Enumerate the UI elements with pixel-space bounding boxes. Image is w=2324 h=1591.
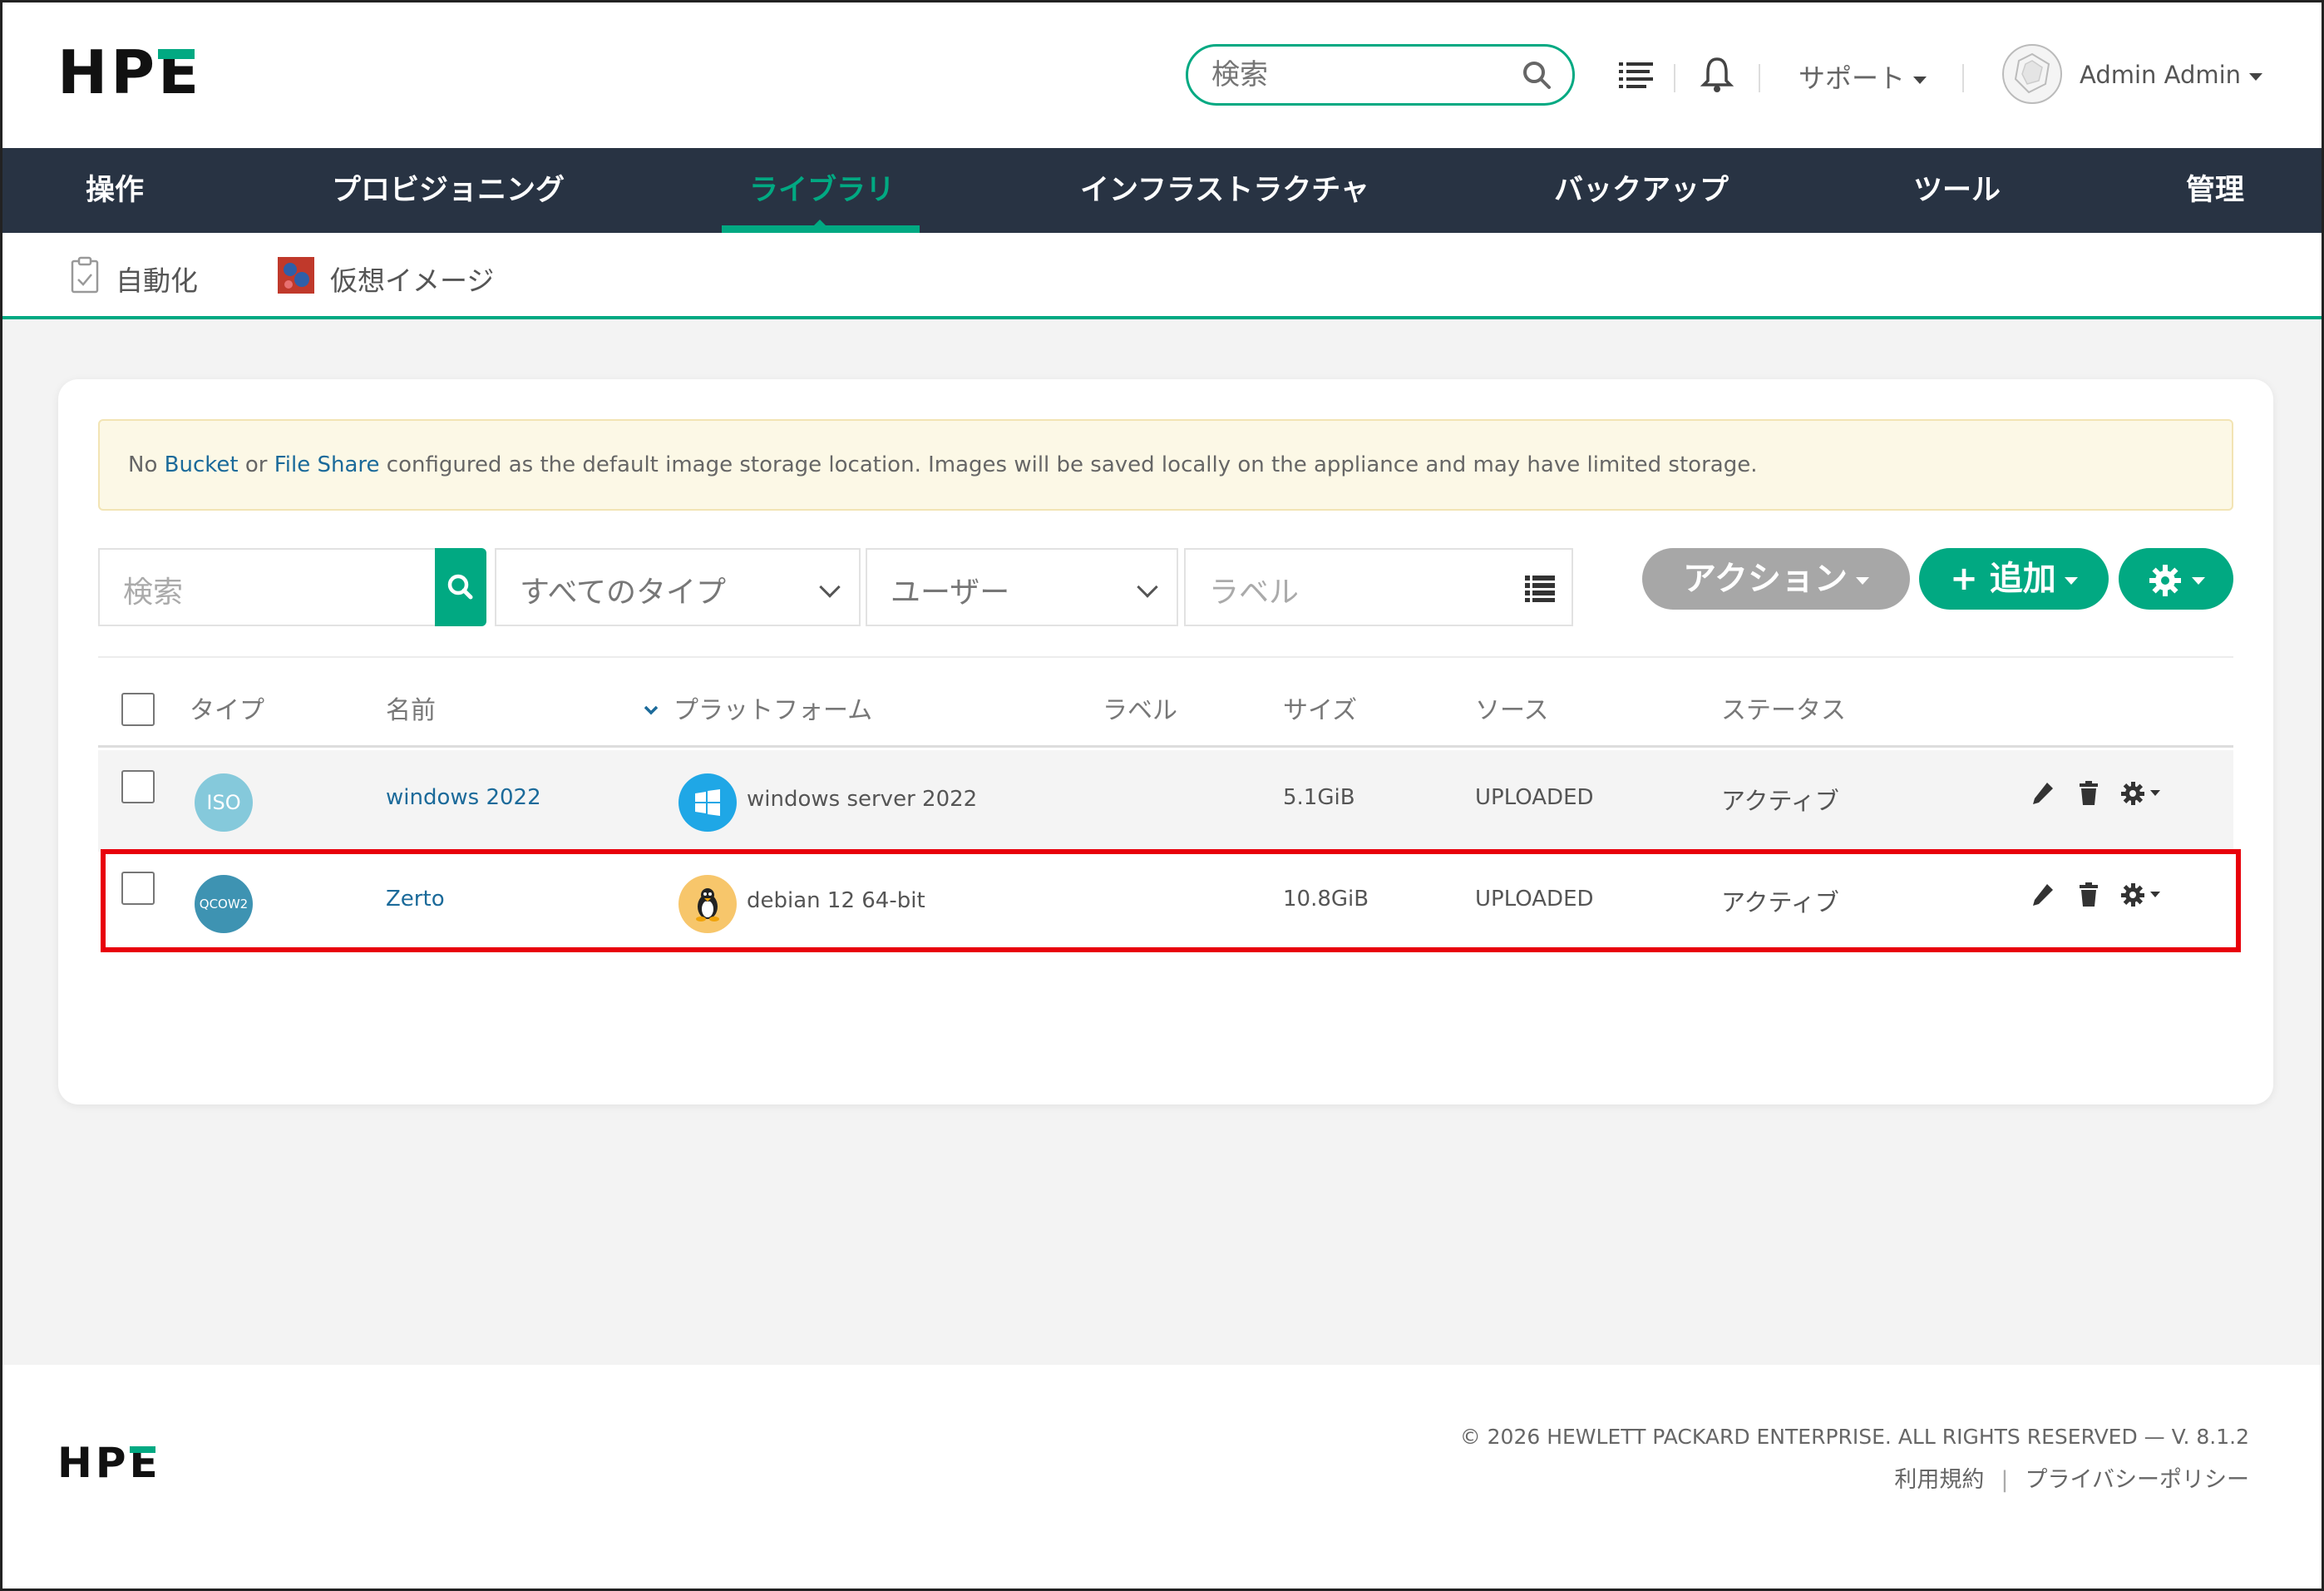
- nav-administration[interactable]: 管理: [2186, 148, 2244, 233]
- bell-icon[interactable]: [1699, 56, 1735, 97]
- column-header-size[interactable]: サイズ: [1283, 689, 1357, 726]
- edit-icon[interactable]: [2030, 780, 2055, 810]
- support-label: サポート: [1799, 62, 1906, 94]
- list-search-field[interactable]: 検索: [98, 548, 437, 626]
- column-header-label[interactable]: ラベル: [1103, 689, 1177, 726]
- iso-type-icon: ISO: [195, 773, 253, 832]
- row-highlight-annotation: [101, 849, 2241, 952]
- sort-desc-icon[interactable]: [644, 703, 659, 719]
- image-name-link[interactable]: windows 2022: [386, 785, 541, 810]
- actions-dropdown-button[interactable]: アクション: [1642, 548, 1910, 610]
- chevron-down-icon: [1137, 576, 1158, 598]
- alert-text: configured as the default image storage …: [379, 452, 1758, 477]
- gear-icon: [2121, 782, 2160, 805]
- add-label: + 追加: [1950, 560, 2056, 598]
- footer-divider: |: [2001, 1467, 2009, 1493]
- subnav-virtual-images-label: 仮想イメージ: [330, 264, 495, 297]
- settings-dropdown-button[interactable]: [2119, 548, 2233, 610]
- chevron-down-icon: [2192, 576, 2205, 585]
- image-list-card: No Bucket or File Share configured as th…: [58, 379, 2273, 1104]
- nav-provisioning[interactable]: プロビジョニング: [332, 148, 565, 233]
- copyright-text: © 2026 HEWLETT PACKARD ENTERPRISE. ALL R…: [1459, 1425, 2249, 1449]
- type-filter-value: すべてのタイプ: [520, 576, 727, 610]
- type-badge-text: ISO: [206, 791, 241, 814]
- column-header-name[interactable]: 名前: [386, 689, 436, 726]
- active-tab-pointer: [810, 220, 830, 230]
- file-share-link[interactable]: File Share: [274, 452, 380, 477]
- type-filter-select[interactable]: すべてのタイプ: [495, 548, 861, 626]
- nav-tools[interactable]: ツール: [1913, 148, 2001, 233]
- chevron-down-icon: [819, 576, 841, 598]
- trash-icon[interactable]: [2077, 780, 2100, 810]
- actions-label: アクション: [1683, 560, 1848, 598]
- avatar[interactable]: [2002, 44, 2062, 104]
- column-header-source[interactable]: ソース: [1475, 689, 1549, 726]
- list-search-placeholder: 検索: [123, 576, 184, 610]
- top-header: HPE サポート Admin Admin: [2, 2, 2322, 148]
- nav-infrastructure[interactable]: インフラストラクチャ: [1080, 148, 1369, 233]
- windows-icon: [678, 773, 737, 832]
- search-icon: [447, 574, 473, 600]
- header-divider: [1962, 64, 1964, 92]
- support-menu[interactable]: サポート: [1799, 57, 1927, 96]
- bucket-link[interactable]: Bucket: [165, 452, 239, 477]
- user-name: Admin Admin: [2080, 61, 2242, 89]
- table-row[interactable]: ISO windows 2022 windows server 2022 5.1…: [98, 750, 2233, 852]
- label-filter-field[interactable]: ラベル: [1184, 548, 1573, 626]
- sub-nav: 自動化 仮想イメージ: [2, 233, 2322, 319]
- chevron-down-icon: [2249, 72, 2263, 81]
- global-search[interactable]: [1186, 44, 1575, 106]
- row-gear-menu[interactable]: [2120, 780, 2167, 810]
- chevron-down-icon: [1913, 76, 1927, 84]
- alert-text: No: [128, 452, 165, 477]
- user-filter-value: ユーザー: [891, 576, 1010, 610]
- clipboard-icon: [69, 256, 101, 301]
- hpe-logo[interactable]: HPE: [57, 39, 202, 106]
- subnav-automation-label: 自動化: [116, 264, 198, 297]
- header-divider: [1759, 64, 1760, 92]
- select-all-checkbox[interactable]: [121, 693, 155, 726]
- size-value: 5.1GiB: [1283, 785, 1355, 810]
- header-divider: [1674, 64, 1675, 92]
- virtual-image-icon: [277, 256, 315, 301]
- user-menu[interactable]: Admin Admin: [2080, 61, 2263, 89]
- table-header: タイプ 名前 プラットフォーム ラベル サイズ ソース ステータス: [98, 656, 2233, 748]
- alert-text: or: [238, 452, 274, 477]
- page-footer: HPE © 2026 HEWLETT PACKARD ENTERPRISE. A…: [2, 1365, 2322, 1589]
- status-value: アクティブ: [1721, 787, 1839, 815]
- chevron-down-icon: [2064, 576, 2078, 585]
- avatar-placeholder-icon: [2014, 52, 2050, 94]
- column-header-platform[interactable]: プラットフォーム: [674, 689, 872, 726]
- global-search-input[interactable]: [1211, 55, 1511, 95]
- nav-operations[interactable]: 操作: [86, 148, 144, 233]
- subnav-virtual-images[interactable]: 仮想イメージ: [277, 256, 494, 301]
- source-value: UPLOADED: [1475, 785, 1594, 810]
- label-filter-placeholder: ラベル: [1209, 576, 1300, 610]
- gear-icon: [2149, 565, 2181, 596]
- user-filter-select[interactable]: ユーザー: [866, 548, 1178, 626]
- search-button[interactable]: [435, 548, 486, 626]
- column-header-status[interactable]: ステータス: [1721, 689, 1846, 726]
- footer-links: 利用規約 | プライバシーポリシー: [1894, 1461, 2249, 1494]
- storage-warning-alert: No Bucket or File Share configured as th…: [98, 419, 2233, 511]
- terms-link[interactable]: 利用規約: [1894, 1467, 1984, 1493]
- nav-backup[interactable]: バックアップ: [1554, 148, 1729, 233]
- column-header-type[interactable]: タイプ: [190, 689, 264, 726]
- add-dropdown-button[interactable]: + 追加: [1919, 548, 2109, 610]
- list-icon[interactable]: [1617, 56, 1655, 97]
- search-icon[interactable]: [1521, 59, 1554, 96]
- privacy-link[interactable]: プライバシーポリシー: [2025, 1467, 2249, 1493]
- chevron-down-icon: [1856, 576, 1869, 585]
- main-nav: 操作 プロビジョニング ライブラリ インフラストラクチャ バックアップ ツール …: [2, 148, 2322, 233]
- platform-value: windows server 2022: [747, 787, 978, 812]
- row-checkbox[interactable]: [121, 770, 155, 803]
- app-window: HPE サポート Admin Admin 操作 プロビジョニング ライブラリ イ…: [0, 0, 2324, 1591]
- hpe-logo: HPE: [57, 1439, 161, 1487]
- subnav-automation[interactable]: 自動化: [69, 256, 198, 301]
- list-icon[interactable]: [1523, 571, 1557, 612]
